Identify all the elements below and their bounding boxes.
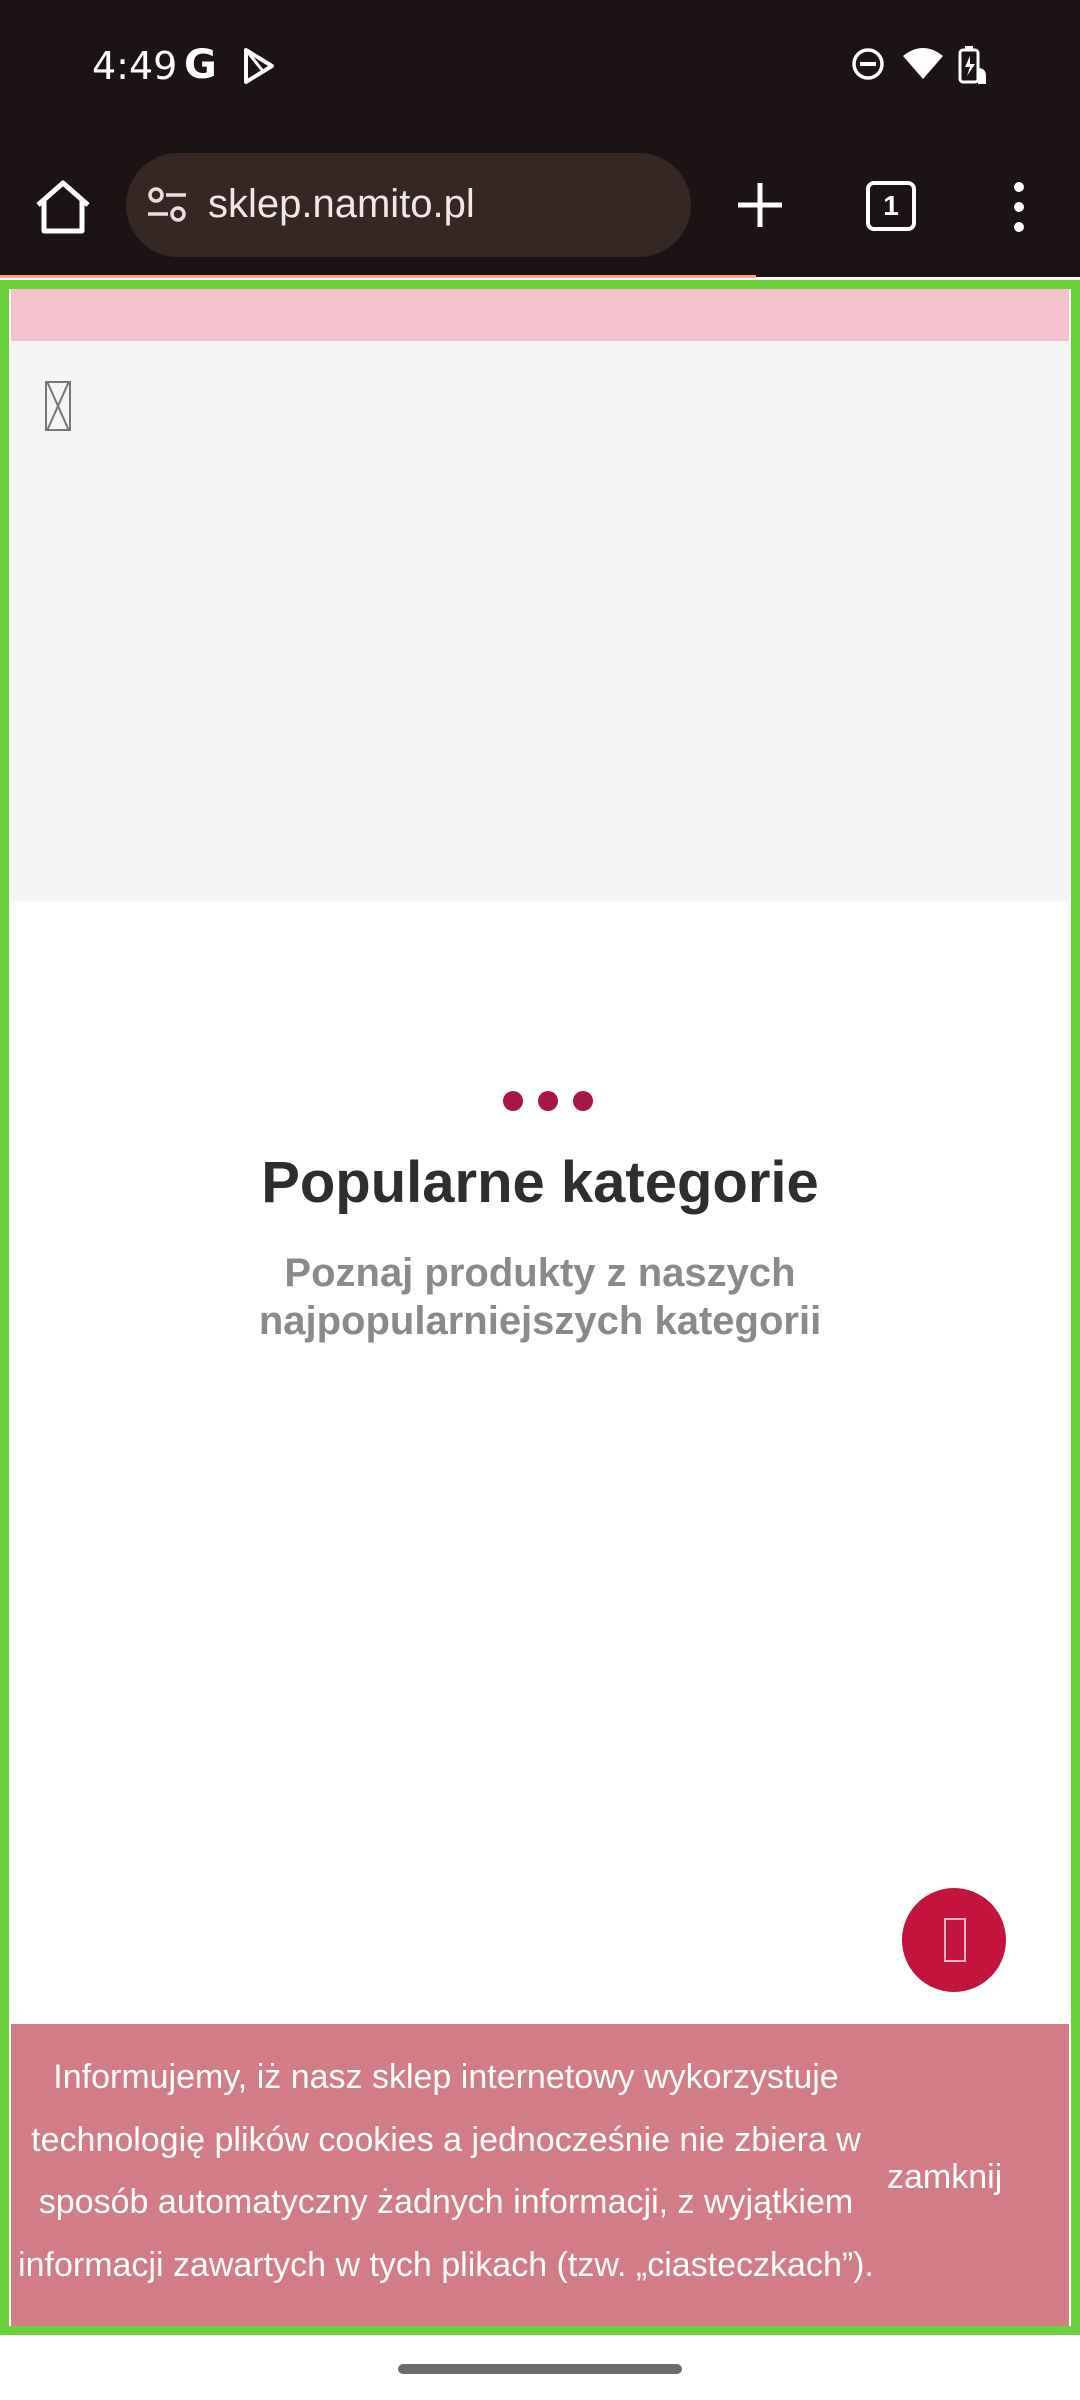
wifi-icon bbox=[903, 48, 943, 79]
floating-action-button[interactable] bbox=[902, 1888, 1006, 1992]
top-banner-strip bbox=[11, 289, 1069, 341]
browser-toolbar: sklep.namito.pl 1 bbox=[0, 135, 1080, 277]
google-g-icon: G bbox=[184, 42, 217, 88]
battery-charging-icon bbox=[958, 46, 986, 84]
url-text[interactable]: sklep.namito.pl bbox=[208, 182, 475, 227]
page-load-progress bbox=[0, 275, 756, 278]
cookie-notice-text: Informujemy, iż nasz sklep internetowy w… bbox=[18, 2058, 874, 2284]
site-settings-icon[interactable] bbox=[146, 185, 188, 225]
tab-switcher-button[interactable]: 1 bbox=[866, 181, 916, 231]
broken-image-icon bbox=[45, 381, 71, 431]
dot bbox=[503, 1091, 523, 1111]
new-tab-button[interactable] bbox=[732, 175, 788, 235]
home-button[interactable] bbox=[30, 175, 96, 241]
cookie-notice-bar: Informujemy, iż nasz sklep internetowy w… bbox=[11, 2024, 1069, 2326]
section-subtitle: Poznaj produkty z naszych najpopularniej… bbox=[258, 1251, 822, 1343]
status-bar: 4:49 G bbox=[0, 0, 1080, 135]
do-not-disturb-icon bbox=[852, 48, 884, 80]
cookie-close-link[interactable]: zamknij bbox=[887, 2158, 1002, 2197]
address-bar[interactable]: sklep.namito.pl bbox=[126, 153, 691, 257]
status-time: 4:49 bbox=[92, 44, 178, 88]
more-menu-icon[interactable] bbox=[1004, 179, 1034, 235]
gesture-nav-handle[interactable] bbox=[398, 2364, 682, 2374]
section-title: Popularne kategorie bbox=[261, 1150, 819, 1215]
broken-glyph-icon bbox=[944, 1918, 966, 1962]
dot bbox=[538, 1091, 558, 1111]
section-dots-decoration bbox=[493, 1085, 603, 1115]
hero-banner[interactable] bbox=[11, 341, 1069, 901]
play-store-icon bbox=[244, 48, 274, 84]
web-content: Popularne kategorie Poznaj produkty z na… bbox=[0, 280, 1080, 2335]
dot bbox=[573, 1091, 593, 1111]
